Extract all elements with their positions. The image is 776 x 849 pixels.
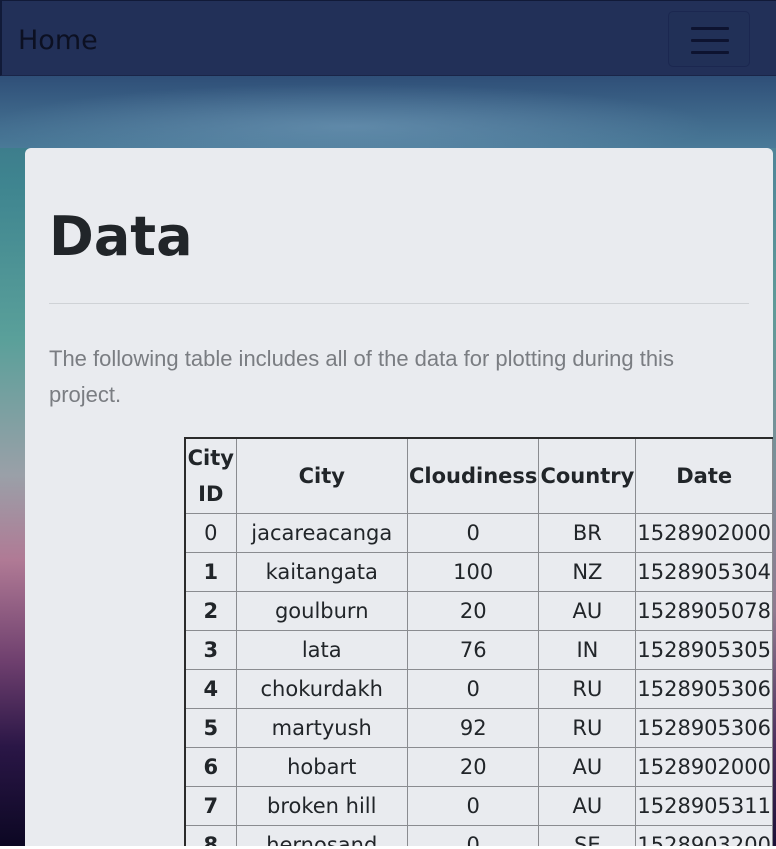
table-header-row: City ID City Cloudiness Country Date (184, 437, 773, 514)
header-cloudiness: Cloudiness (406, 437, 540, 514)
cell-country: RU (538, 708, 637, 748)
header-city: City (235, 437, 408, 514)
cell-city-id: 0 (184, 513, 237, 553)
background-image (0, 76, 776, 148)
cell-city: jacareacanga (235, 513, 408, 553)
cell-country: BR (538, 513, 637, 553)
cell-city-id: 1 (184, 552, 237, 592)
cell-cloudiness: 76 (406, 630, 540, 670)
cell-date: 1528905306 (635, 669, 773, 709)
cell-date: 1528905078 (635, 591, 773, 631)
cell-country: AU (538, 786, 637, 826)
cell-city-id: 3 (184, 630, 237, 670)
page-title: Data (49, 205, 193, 268)
divider (49, 303, 749, 304)
cell-city-id: 7 (184, 786, 237, 826)
table-row: 7 broken hill 0 AU 1528905311 (184, 786, 773, 826)
cell-country: IN (538, 630, 637, 670)
cell-cloudiness: 0 (406, 513, 540, 553)
cell-date: 1528905311 (635, 786, 773, 826)
table-row: 5 martyush 92 RU 1528905306 (184, 708, 773, 748)
cell-city: goulburn (235, 591, 408, 631)
cell-city: chokurdakh (235, 669, 408, 709)
header-date: Date (635, 437, 773, 514)
cell-date: 1528905304 (635, 552, 773, 592)
cell-cloudiness: 20 (406, 747, 540, 787)
cell-date: 1528902000 (635, 747, 773, 787)
header-city-id: City ID (184, 437, 237, 514)
cell-city-id: 4 (184, 669, 237, 709)
cell-city-id: 2 (184, 591, 237, 631)
cell-cloudiness: 92 (406, 708, 540, 748)
cell-city: hobart (235, 747, 408, 787)
cell-city-id: 6 (184, 747, 237, 787)
hamburger-bar (691, 51, 729, 54)
cell-cloudiness: 0 (406, 786, 540, 826)
cell-country: AU (538, 591, 637, 631)
cell-cloudiness: 100 (406, 552, 540, 592)
table-row: 1 kaitangata 100 NZ 1528905304 (184, 552, 773, 592)
cell-city: kaitangata (235, 552, 408, 592)
cell-country: RU (538, 669, 637, 709)
cell-country: NZ (538, 552, 637, 592)
table-row: 0 jacareacanga 0 BR 1528902000 (184, 513, 773, 553)
cell-city: martyush (235, 708, 408, 748)
cell-cloudiness: 0 (406, 669, 540, 709)
table-row: 4 chokurdakh 0 RU 1528905306 (184, 669, 773, 709)
hamburger-bar (691, 39, 729, 42)
cell-city: broken hill (235, 786, 408, 826)
data-card: Data The following table includes all of… (25, 148, 773, 849)
home-link[interactable]: Home (18, 23, 98, 59)
table-row: 3 lata 76 IN 1528905305 (184, 630, 773, 670)
navbar: Home (0, 0, 776, 76)
cell-date: 1528902000 (635, 513, 773, 553)
cell-cloudiness: 20 (406, 591, 540, 631)
cell-country: AU (538, 747, 637, 787)
cell-date: 1528905305 (635, 630, 773, 670)
data-table: City ID City Cloudiness Country Date 0 ja… (184, 437, 773, 849)
cell-city-id: 5 (184, 708, 237, 748)
intro-text: The following table includes all of the … (49, 346, 674, 407)
navbar-toggler-button[interactable] (668, 11, 750, 67)
table-row: 2 goulburn 20 AU 1528905078 (184, 591, 773, 631)
cell-date: 1528905306 (635, 708, 773, 748)
hamburger-bar (691, 27, 729, 30)
table-row: 6 hobart 20 AU 1528902000 (184, 747, 773, 787)
header-country: Country (538, 437, 637, 514)
cell-city: lata (235, 630, 408, 670)
